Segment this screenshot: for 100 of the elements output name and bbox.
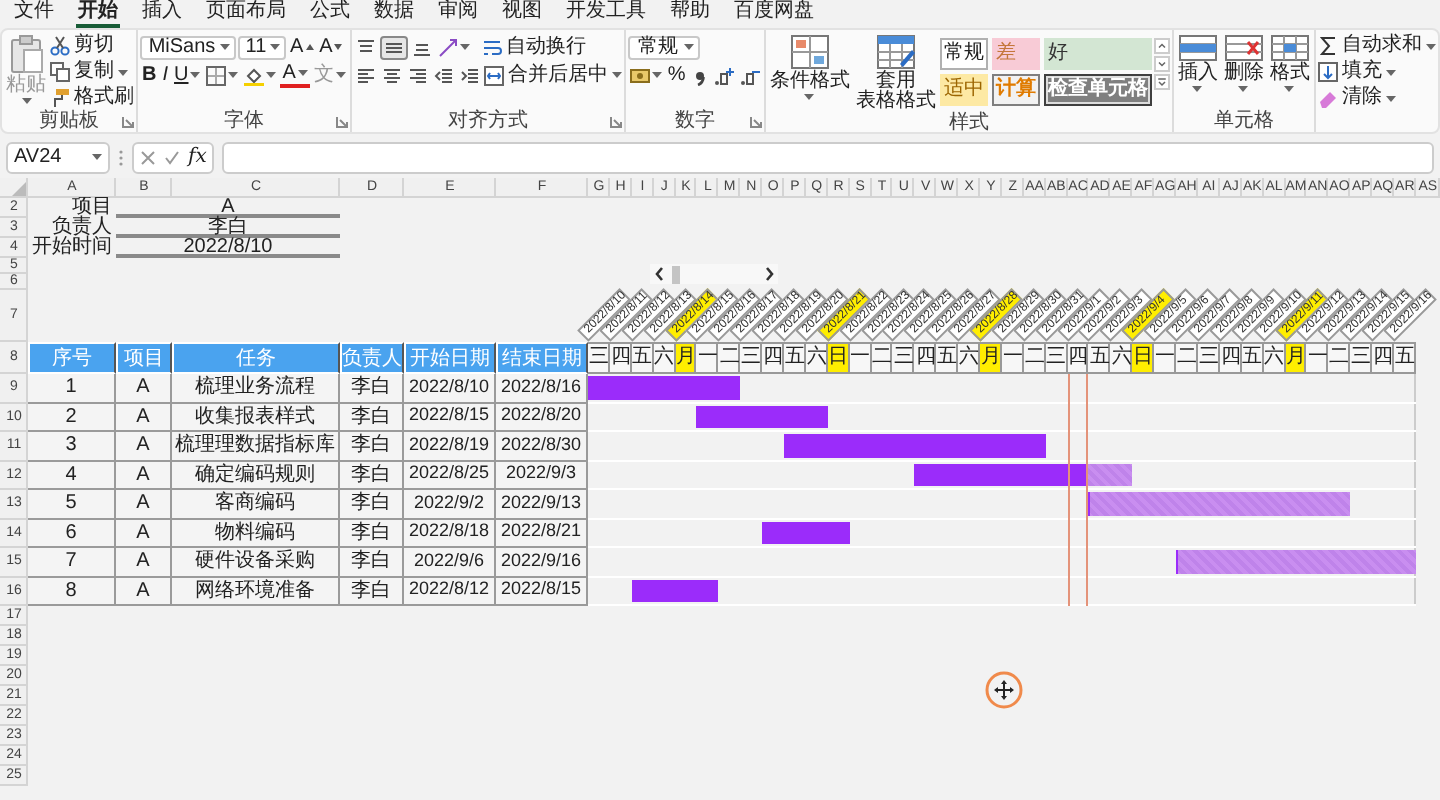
weekday-cell: 一 <box>696 342 719 374</box>
cut-button[interactable]: 剪切 <box>50 34 134 58</box>
increase-indent-icon <box>459 65 480 85</box>
table-header-cell: 开始日期 <box>404 342 496 374</box>
font-name-dropdown[interactable]: MiSans <box>140 35 236 59</box>
table-cell: 2022/8/20 <box>496 403 588 432</box>
weekday-cell: 月 <box>980 342 1002 374</box>
align-middle-icon <box>383 37 404 57</box>
ribbon-tab[interactable]: 公式 <box>308 1 352 27</box>
increase-indent-button[interactable] <box>457 63 482 87</box>
gallery-more-button[interactable] <box>1153 74 1170 90</box>
orientation-button[interactable] <box>435 35 472 59</box>
weekday-cell: 三 <box>740 342 763 374</box>
weekday-cell: 五 <box>1241 342 1264 374</box>
format-cells-button[interactable]: 格式 <box>1267 34 1312 110</box>
scroll-thumb[interactable] <box>672 265 680 283</box>
shrink-font-button[interactable]: A <box>317 35 345 59</box>
table-cell: 6 <box>28 519 116 548</box>
grow-font-button[interactable]: A <box>288 35 316 59</box>
increase-decimal-button[interactable] <box>711 63 736 87</box>
format-as-table-button[interactable]: 套用 表格格式 <box>853 34 938 112</box>
wrap-text-button[interactable]: 自动换行 <box>481 35 586 59</box>
merge-center-button[interactable]: 合并后居中 <box>483 63 622 87</box>
fill-color-button[interactable] <box>242 63 279 87</box>
fill-button[interactable]: 填充 <box>1317 60 1436 84</box>
dialog-launcher-icon <box>749 116 762 128</box>
horizontal-scrollbar[interactable] <box>650 264 778 284</box>
underline-button[interactable]: U <box>172 63 203 87</box>
conditional-format-button[interactable]: 条件格式 <box>767 34 852 112</box>
currency-button[interactable] <box>627 63 664 87</box>
ribbon-tab[interactable]: 视图 <box>500 1 544 27</box>
ribbon-tab[interactable]: 开发工具 <box>564 1 648 27</box>
merge-cells-icon <box>483 65 504 85</box>
weekday-cell: 一 <box>1154 342 1177 374</box>
cancel-button[interactable] <box>140 149 156 165</box>
paintbrush-icon <box>50 88 70 108</box>
cell-style-option[interactable]: 常规 <box>939 38 988 70</box>
group-label: 字体 <box>223 110 264 132</box>
ribbon-tab[interactable]: 数据 <box>372 1 416 27</box>
table-cell: A <box>116 432 172 461</box>
table-cell: 2022/8/21 <box>496 519 588 548</box>
align-right-button[interactable] <box>405 63 430 87</box>
font-color-button[interactable]: A <box>280 63 310 87</box>
table-cell: 李白 <box>340 461 404 490</box>
table-cell: 8 <box>28 577 116 606</box>
table-cell: 2022/8/19 <box>404 432 496 461</box>
delete-cells-button[interactable]: 删除 <box>1221 34 1266 110</box>
format-painter-button[interactable]: 格式刷 <box>50 86 134 110</box>
name-box[interactable]: AV24 <box>6 141 110 173</box>
vertical-align-button[interactable] <box>379 35 408 59</box>
table-cell: 李白 <box>340 403 404 432</box>
table-cell: 物料编码 <box>172 519 340 548</box>
ribbon-tab[interactable]: 帮助 <box>668 1 712 27</box>
align-center-button[interactable] <box>379 63 404 87</box>
ribbon-tab[interactable]: 插入 <box>140 1 184 27</box>
cell-style-option[interactable]: 好 <box>1043 38 1152 70</box>
table-cell: 2022/8/25 <box>404 461 496 490</box>
table-cell: 3 <box>28 432 116 461</box>
up-caret-icon <box>305 44 314 50</box>
table-cell: 2022/8/10 <box>404 374 496 403</box>
insert-function-button[interactable]: fx <box>188 147 207 167</box>
bold-button[interactable]: B <box>140 63 159 87</box>
font-size-dropdown[interactable]: 11 <box>238 35 286 59</box>
ribbon-tab[interactable]: 页面布局 <box>204 1 288 27</box>
info-label: 项目 <box>72 198 114 218</box>
copy-button[interactable]: 复制 <box>50 60 134 84</box>
more-icon <box>1153 74 1170 90</box>
align-top-icon <box>355 37 376 57</box>
insert-cells-button[interactable]: 插入 <box>1175 34 1220 110</box>
autosum-button[interactable]: 自动求和 <box>1317 34 1436 58</box>
table-cell: 确定编码规则 <box>172 461 340 490</box>
copy-icon <box>50 62 70 82</box>
chevron-right-icon <box>764 266 774 282</box>
chevron-down-icon <box>1153 56 1170 72</box>
percent-button[interactable]: % <box>665 63 688 87</box>
weekday-cell: 一 <box>849 342 872 374</box>
align-left-icon <box>355 65 376 85</box>
caret-icon <box>651 72 662 78</box>
weekday-cell: 四 <box>1372 342 1394 374</box>
decrease-indent-button[interactable] <box>431 63 456 87</box>
table-cell: 梳理理数据指标库 <box>172 432 340 461</box>
weekday-cell: 四 <box>762 342 785 374</box>
number-format-dropdown[interactable]: 常规 <box>627 35 700 59</box>
table-header-cell: 结束日期 <box>496 342 588 374</box>
italic-button[interactable]: I <box>160 63 171 87</box>
table-cell: 2022/9/13 <box>496 490 588 519</box>
gallery-down-button[interactable] <box>1153 56 1170 72</box>
table-cell: A <box>116 403 172 432</box>
gallery-up-button[interactable] <box>1153 38 1170 54</box>
align-right-icon <box>407 65 428 85</box>
caret-icon <box>297 70 308 76</box>
clear-button[interactable]: 清除 <box>1317 86 1436 110</box>
weekday-cell: 三 <box>588 342 610 374</box>
table-cell: 李白 <box>340 548 404 577</box>
cell-style-option[interactable]: 适中 <box>939 74 988 106</box>
align-left-button[interactable] <box>353 63 378 87</box>
weekday-cell: 六 <box>1110 342 1133 374</box>
borders-button[interactable] <box>204 63 241 87</box>
enter-button[interactable] <box>164 149 180 165</box>
formula-input-field[interactable] <box>222 141 1434 173</box>
